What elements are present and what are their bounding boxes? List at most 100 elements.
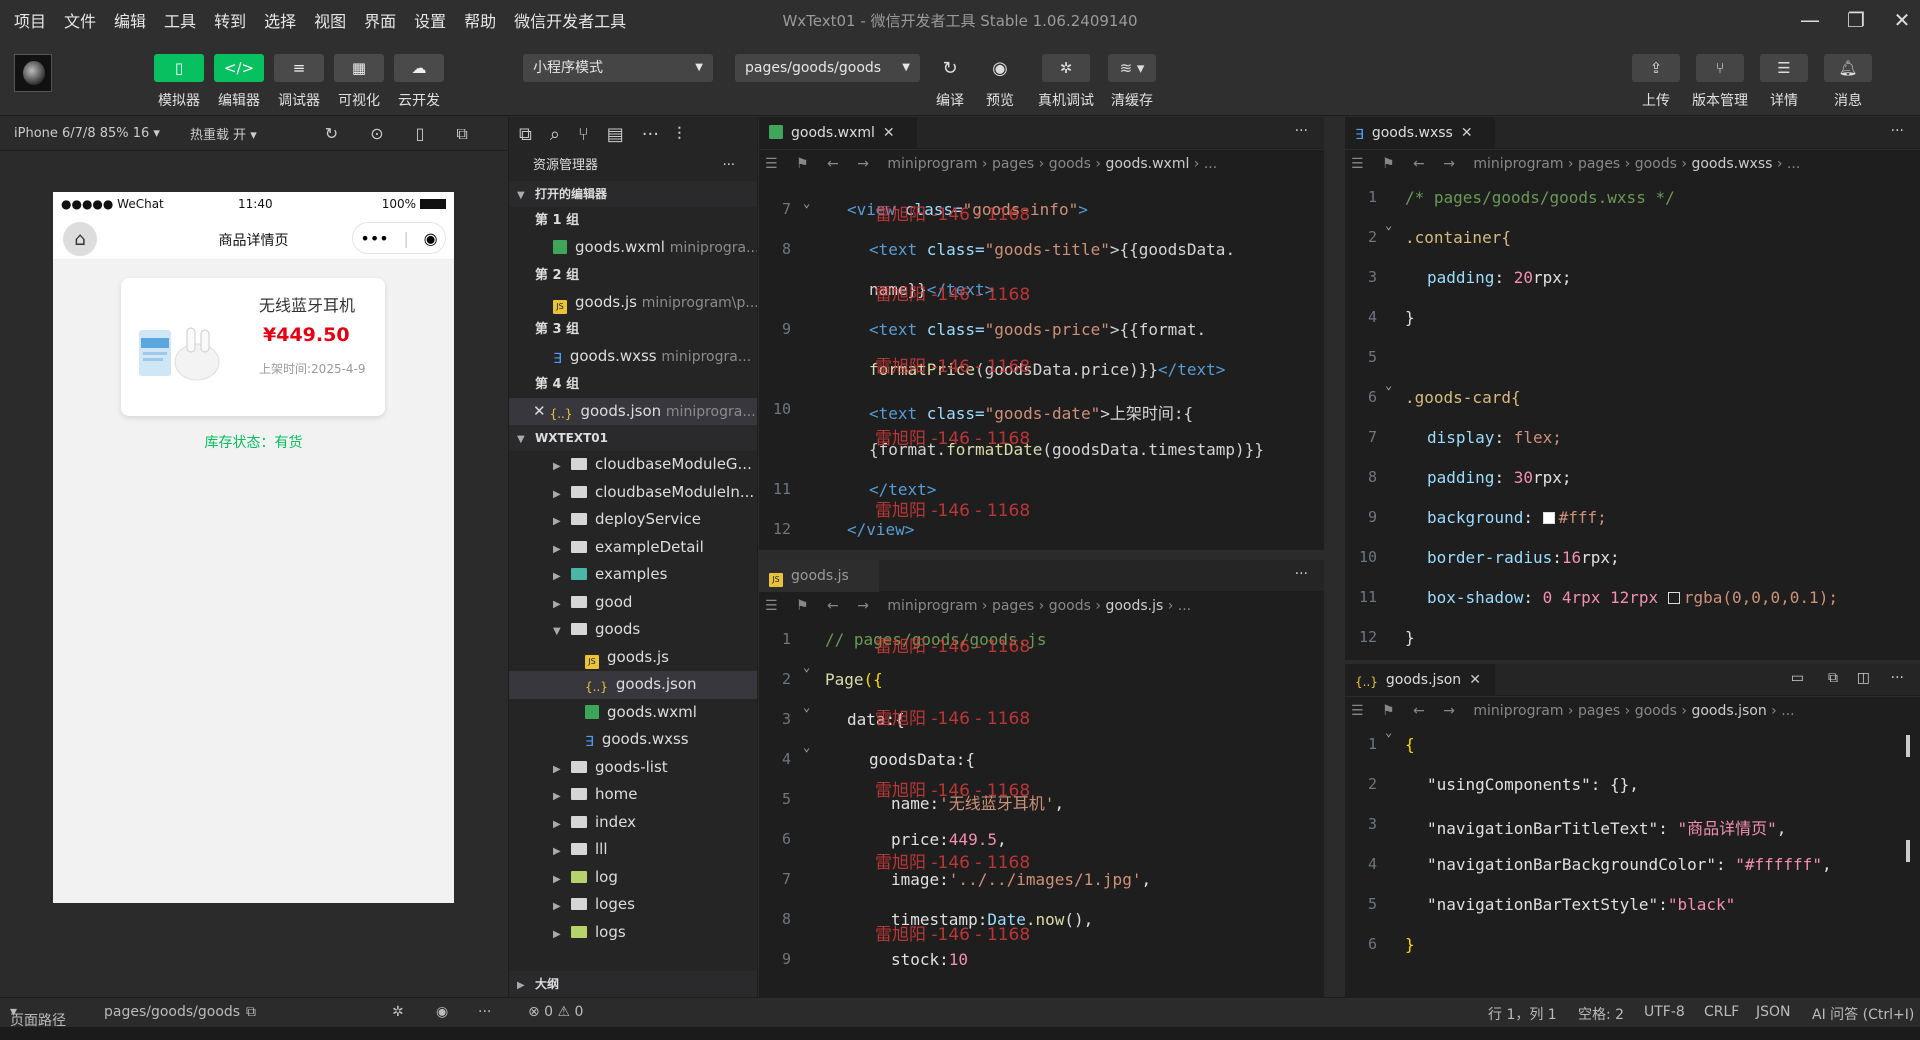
minimize-icon[interactable]: — xyxy=(1796,6,1824,34)
clear-cache-button[interactable]: ≋ ▾ 清缓存 xyxy=(1102,54,1162,110)
breadcrumb-item[interactable]: pages xyxy=(992,598,1034,614)
problems-indicator[interactable]: ⊗ 0 ⚠ 0 xyxy=(528,1004,583,1020)
wxss-editor[interactable]: 1 2 3 4 5 6 7 8 9 10 11 12 ⌄ ⌄ /* pages/… xyxy=(1345,178,1920,660)
breadcrumb-current[interactable]: goods.js xyxy=(1105,598,1163,614)
debug-icon[interactable]: ✲ xyxy=(392,1004,404,1020)
wxml-editor[interactable]: 7 8 9 10 11 12 ⌄ <view class="goods-info… xyxy=(759,178,1324,550)
folder-item-open[interactable]: ▼ goods xyxy=(509,616,757,644)
hot-reload-select[interactable]: 热重载 开 ▾ xyxy=(190,124,257,143)
list-icon[interactable]: ☰ xyxy=(1351,703,1364,719)
menu-interface[interactable]: 界面 xyxy=(364,8,396,32)
open-editor-item[interactable]: ∃ goods.wxss miniprogra... xyxy=(509,343,757,371)
color-swatch[interactable] xyxy=(1542,512,1555,524)
bookmark-icon[interactable]: ⚑ xyxy=(1382,703,1395,719)
close-icon[interactable]: ✕ xyxy=(1888,6,1916,34)
folder-item[interactable]: ▶ lll xyxy=(509,836,757,864)
menu-select[interactable]: 选择 xyxy=(264,8,296,32)
capsule-menu[interactable]: ••• | ◉ xyxy=(352,222,446,254)
compile-page-select[interactable]: pages/goods/goods ▼ xyxy=(735,54,920,82)
breadcrumb-current[interactable]: goods.wxss xyxy=(1691,156,1772,172)
more-icon[interactable]: ··· xyxy=(478,1004,491,1020)
more-icon[interactable]: ··· xyxy=(723,151,735,181)
breadcrumb-item[interactable]: miniprogram xyxy=(1473,703,1563,719)
fold-chevron-icon[interactable]: ⌄ xyxy=(803,700,810,714)
file-item[interactable]: ∃ goods.wxss xyxy=(509,726,757,754)
mode-select[interactable]: 小程序模式 ▼ xyxy=(523,54,713,82)
menu-help[interactable]: 帮助 xyxy=(464,8,496,32)
back-icon[interactable]: ← xyxy=(1413,156,1425,172)
folder-item[interactable]: ▶ loges xyxy=(509,891,757,919)
cursor-position[interactable]: 行 1，列 1 xyxy=(1488,1004,1557,1024)
breadcrumb-item[interactable]: miniprogram xyxy=(887,598,977,614)
breadcrumb-item[interactable]: pages xyxy=(1578,703,1620,719)
bookmark-icon[interactable]: ⚑ xyxy=(1382,156,1395,172)
list-icon[interactable]: ☰ xyxy=(1351,156,1364,172)
close-icon[interactable]: ✕ xyxy=(1469,672,1481,688)
open-editor-item[interactable]: goods.wxml miniprogra... xyxy=(509,234,757,262)
tab-goods-js[interactable]: JS goods.js xyxy=(759,560,879,592)
fold-chevron-icon[interactable]: ⌄ xyxy=(803,196,810,210)
forward-icon[interactable]: → xyxy=(1443,703,1455,719)
fold-chevron-icon[interactable]: ⌄ xyxy=(1385,378,1392,392)
reload-icon[interactable]: ↻ xyxy=(325,124,338,143)
file-item[interactable]: goods.wxml xyxy=(509,699,757,727)
breadcrumb-item[interactable]: goods xyxy=(1049,598,1091,614)
more-icon[interactable]: ··· xyxy=(1295,566,1308,582)
folder-item[interactable]: ▶ log xyxy=(509,864,757,892)
menu-view[interactable]: 视图 xyxy=(314,8,346,32)
tab-goods-wxml[interactable]: goods.wxml ✕ xyxy=(759,117,917,149)
close-icon[interactable]: ✕ xyxy=(533,402,546,420)
tab-goods-json[interactable]: {..} goods.json ✕ xyxy=(1345,664,1495,696)
bookmark-icon[interactable]: ⚑ xyxy=(796,598,809,614)
split-editor-icon[interactable]: ◫ xyxy=(1857,670,1870,686)
visual-toggle[interactable]: ▦ 可视化 xyxy=(333,54,385,110)
tab-goods-wxss[interactable]: ∃ goods.wxss ✕ xyxy=(1345,117,1495,149)
encoding[interactable]: UTF-8 xyxy=(1644,1004,1685,1020)
menu-goto[interactable]: 转到 xyxy=(214,8,246,32)
maximize-icon[interactable]: ❐ xyxy=(1842,6,1870,34)
forward-icon[interactable]: → xyxy=(1443,156,1455,172)
menu-edit[interactable]: 编辑 xyxy=(114,8,146,32)
fold-chevron-icon[interactable]: ⌄ xyxy=(803,660,810,674)
files-icon[interactable]: ⧉ xyxy=(519,124,532,145)
more-icon[interactable]: ··· xyxy=(1295,123,1308,139)
json-editor[interactable]: 1 2 3 4 5 6 ⌄ { "usingComponents": {}, "… xyxy=(1345,725,1920,997)
editor-toggle[interactable]: </> 编辑器 xyxy=(213,54,265,110)
menu-devtools[interactable]: 微信开发者工具 xyxy=(514,8,626,32)
list-icon[interactable]: ☰ xyxy=(765,156,778,172)
color-swatch[interactable] xyxy=(1667,592,1680,604)
debugger-toggle[interactable]: ≡ 调试器 xyxy=(273,54,325,110)
more-icon[interactable]: ··· xyxy=(1891,670,1904,686)
breadcrumb-current[interactable]: goods.json xyxy=(1691,703,1766,719)
cloud-dev-button[interactable]: ☁ 云开发 xyxy=(393,54,445,110)
bookmark-icon[interactable]: ⚑ xyxy=(796,156,809,172)
extensions-icon[interactable]: ▤ xyxy=(607,124,624,145)
fold-chevron-icon[interactable]: ⌄ xyxy=(1385,725,1392,739)
open-editor-item-active[interactable]: ✕ {..} goods.json miniprogra... xyxy=(509,397,757,425)
open-editors-section[interactable]: ▼ 打开的编辑器 xyxy=(509,181,757,207)
menu-settings[interactable]: 设置 xyxy=(414,8,446,32)
file-item-selected[interactable]: {..} goods.json xyxy=(509,671,757,699)
search-icon[interactable]: ⌕ xyxy=(550,124,560,145)
comment-icon[interactable]: ▭ xyxy=(1791,670,1804,686)
folder-item[interactable]: ▶ examples xyxy=(509,561,757,589)
back-icon[interactable]: ← xyxy=(827,156,839,172)
indentation[interactable]: 空格: 2 xyxy=(1578,1004,1624,1024)
back-icon[interactable]: ← xyxy=(1413,703,1425,719)
goods-card[interactable]: 无线蓝牙耳机 ¥449.50 上架时间:2025-4-9 xyxy=(121,278,385,416)
stop-icon[interactable]: ⊙ xyxy=(370,124,383,143)
version-button[interactable]: ⑂ 版本管理 xyxy=(1690,54,1750,110)
scrollbar-thumb[interactable] xyxy=(1906,840,1910,862)
folder-item[interactable]: ▶ logs xyxy=(509,919,757,947)
open-editor-item[interactable]: JS goods.js miniprogram\p... xyxy=(509,289,757,317)
outline-section[interactable]: ▶ 大纲 xyxy=(509,971,757,997)
list-icon[interactable]: ☰ xyxy=(765,598,778,614)
project-section[interactable]: ▼ WXTEXT01 xyxy=(509,425,757,451)
breadcrumb-item[interactable]: goods xyxy=(1049,156,1091,172)
preview-button[interactable]: ◉ 预览 xyxy=(970,54,1030,110)
sidebar-toggle-icon[interactable]: ⫶ xyxy=(677,124,682,145)
menu-project[interactable]: 项目 xyxy=(14,8,46,32)
breadcrumb-item[interactable]: miniprogram xyxy=(887,156,977,172)
menu-tools[interactable]: 工具 xyxy=(164,8,196,32)
close-icon[interactable]: ✕ xyxy=(1461,125,1473,141)
